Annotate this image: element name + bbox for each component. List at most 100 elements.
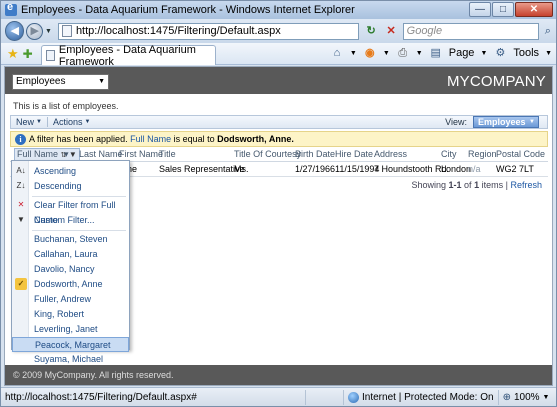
- column-header-birth-date[interactable]: Birth Date: [295, 149, 335, 159]
- status-url: http://localhost:1475/Filtering/Default.…: [5, 391, 197, 403]
- maximize-button[interactable]: □: [492, 2, 514, 17]
- favorites-star-icon[interactable]: ★: [7, 46, 19, 62]
- tab-page-icon: [45, 50, 55, 61]
- rss-icon[interactable]: ◉: [363, 46, 377, 60]
- page-select[interactable]: Employees ▼: [12, 74, 109, 90]
- pager-showing: Showing: [411, 180, 446, 190]
- page-footer: © 2009 MyCompany. All rights reserved.: [5, 365, 552, 385]
- actions-dropdown-icon: ▼: [84, 119, 91, 125]
- view-select-value: Employees: [478, 117, 526, 127]
- menu-item-ascending[interactable]: A↓ Ascending: [12, 164, 129, 179]
- filter-field-link[interactable]: Full Name: [130, 134, 171, 144]
- window-title: Employees - Data Aquarium Framework - Wi…: [21, 4, 355, 16]
- back-button[interactable]: ◀: [5, 21, 25, 41]
- column-header-title-of-courtesy[interactable]: Title Of Courtesy: [234, 149, 301, 159]
- forward-button[interactable]: ▶: [26, 22, 43, 40]
- ie-logo-icon: [5, 1, 17, 16]
- menu-item-value[interactable]: Fuller, Andrew: [12, 292, 129, 307]
- pager-items: items: [481, 180, 504, 190]
- history-dropdown-icon[interactable]: ▼: [45, 28, 52, 35]
- info-icon: i: [15, 133, 26, 145]
- refresh-link[interactable]: Refresh: [510, 180, 542, 190]
- menu-item-value[interactable]: Callahan, Laura: [12, 247, 129, 262]
- view-label: View:: [445, 117, 467, 127]
- menu-item-label: Fuller, Andrew: [34, 294, 92, 304]
- column-header-dropdown-icon[interactable]: ▾: [64, 149, 69, 160]
- pager-info: Showing 1-1 of 1 items | Refresh: [411, 180, 542, 190]
- tools-dropdown-icon[interactable]: ▼: [545, 50, 552, 57]
- menu-item-value[interactable]: Leverling, Janet: [12, 322, 129, 337]
- rss-dropdown-icon[interactable]: ▼: [383, 50, 390, 57]
- actions-button[interactable]: Actions ▼: [48, 117, 95, 127]
- sort-ascending-icon: A↓: [16, 166, 26, 175]
- home-dropdown-icon[interactable]: ▼: [350, 50, 357, 57]
- zoom-icon: ⊕: [502, 391, 511, 403]
- add-favorites-icon[interactable]: ✚: [23, 47, 33, 61]
- tools-menu[interactable]: Tools: [513, 47, 539, 59]
- menu-item-value[interactable]: King, Robert: [12, 307, 129, 322]
- zoom-control[interactable]: ⊕ 100% ▼: [497, 389, 554, 405]
- new-button[interactable]: New ▼: [11, 117, 47, 127]
- minimize-button[interactable]: —: [469, 2, 491, 17]
- pager-range: 1-1: [448, 180, 462, 190]
- address-bar: ◀ ▶ ▼ http://localhost:1475/Filtering/De…: [1, 19, 556, 43]
- tab-employees[interactable]: Employees - Data Aquarium Framework: [40, 44, 216, 68]
- menu-item-label: Callahan, Laura: [34, 249, 98, 259]
- brand-logo: MYCOMPANY: [446, 73, 546, 90]
- menu-item-label: Suyama, Michael: [34, 354, 104, 364]
- print-icon[interactable]: ⎙: [396, 46, 410, 60]
- menu-item-custom-filter[interactable]: ▼ Custom Filter...: [12, 213, 129, 228]
- page-menu[interactable]: Page: [449, 47, 475, 59]
- view-select[interactable]: Employees ▼: [473, 116, 539, 128]
- print-dropdown-icon[interactable]: ▼: [416, 50, 423, 57]
- refresh-icon[interactable]: ↻: [363, 23, 380, 40]
- page-menu-icon[interactable]: ▤: [429, 46, 443, 60]
- cell-region: n/a: [468, 164, 481, 174]
- column-header-last-name[interactable]: Last Name: [79, 149, 123, 159]
- menu-item-value[interactable]: Buchanan, Steven: [12, 232, 129, 247]
- zoom-dropdown-icon: ▼: [542, 393, 550, 401]
- tools-gear-icon[interactable]: ⚙: [493, 46, 507, 60]
- column-header-hire-date[interactable]: Hire Date: [335, 149, 373, 159]
- cell-title-of-courtesy: Ms.: [234, 164, 249, 174]
- menu-divider: [32, 196, 126, 197]
- column-header-first-name[interactable]: First Name: [119, 149, 163, 159]
- close-button[interactable]: ✕: [515, 2, 553, 17]
- page-dropdown-icon[interactable]: ▼: [480, 50, 487, 57]
- new-label: New: [16, 117, 35, 127]
- clear-filter-icon: ✕: [17, 200, 25, 209]
- menu-item-descending[interactable]: Z↓ Descending: [12, 179, 129, 194]
- filter-middle: is equal to: [173, 134, 215, 144]
- menu-item-value-hovered[interactable]: Peacock, Margaret: [12, 337, 129, 352]
- column-header-postal-code[interactable]: Postal Code: [496, 149, 545, 159]
- menu-item-value[interactable]: Davolio, Nancy: [12, 262, 129, 277]
- cell-hire-date: 11/15/1994: [335, 164, 380, 174]
- menu-item-value-checked[interactable]: ✓ Dodsworth, Anne: [12, 277, 129, 292]
- menu-item-label: Dodsworth, Anne: [34, 279, 103, 289]
- menu-item-label: Buchanan, Steven: [34, 234, 108, 244]
- search-icon[interactable]: ⌕: [540, 23, 556, 40]
- column-header-address[interactable]: Address: [374, 149, 407, 159]
- column-filter-menu: A↓ Ascending Z↓ Descending ✕ Clear Filte…: [11, 160, 130, 364]
- url-field[interactable]: http://localhost:1475/Filtering/Default.…: [57, 22, 359, 40]
- menu-item-clear-filter[interactable]: ✕ Clear Filter from Full Name: [12, 198, 129, 225]
- home-icon[interactable]: ⌂: [330, 46, 344, 60]
- column-header-city[interactable]: City: [441, 149, 457, 159]
- globe-icon: [348, 391, 359, 403]
- search-input[interactable]: Google: [402, 22, 539, 40]
- address-actions: ↻ ✕: [363, 23, 400, 40]
- menu-item-label: Descending: [34, 181, 82, 191]
- actions-label: Actions: [52, 117, 83, 127]
- funnel-icon: ▼: [17, 215, 25, 224]
- stop-icon[interactable]: ✕: [383, 23, 400, 40]
- column-header-region[interactable]: Region: [468, 149, 497, 159]
- column-header-title[interactable]: Title: [159, 149, 176, 159]
- new-dropdown-icon: ▼: [36, 119, 42, 125]
- filter-prefix: A filter has been applied.: [29, 134, 128, 144]
- security-zone[interactable]: Internet | Protected Mode: On: [343, 389, 498, 405]
- page-select-value: Employees: [16, 76, 66, 87]
- cell-city: London: [441, 164, 472, 174]
- zoom-level: 100%: [513, 391, 540, 403]
- full-name-header-label: Full Name: [17, 149, 59, 159]
- menu-item-label: Leverling, Janet: [34, 324, 98, 334]
